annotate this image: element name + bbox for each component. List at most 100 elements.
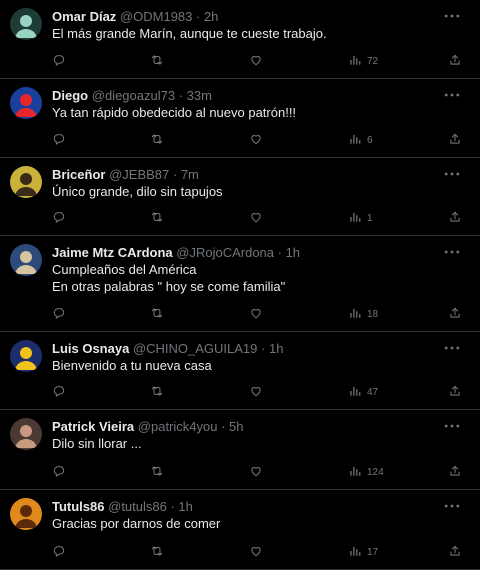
bar-chart-icon [348,53,362,70]
tweet-text-line: Gracias por darnos de comer [52,516,221,531]
retweet-button[interactable] [150,130,164,150]
heart-icon [249,384,263,401]
retweet-button[interactable] [150,304,164,324]
tweet-actions: 1 [52,208,470,228]
reply-icon [52,306,66,323]
views-button[interactable]: 6 [348,130,373,150]
like-button[interactable] [249,462,263,482]
share-button[interactable] [448,382,462,402]
reply-icon [52,132,66,149]
tweet-actions: 72 [52,51,470,71]
avatar[interactable] [10,244,42,276]
timestamp[interactable]: 5h [229,419,243,434]
more-options-icon[interactable] [442,416,462,436]
reply-button[interactable] [52,208,66,228]
separator-dot: · [217,419,230,434]
retweet-icon [150,132,164,149]
reply-tweet[interactable]: Tutuls86 @tutuls86 · 1h Gracias por darno… [0,490,480,570]
heart-icon [249,210,263,227]
like-button[interactable] [249,542,263,562]
retweet-button[interactable] [150,462,164,482]
share-button[interactable] [448,542,462,562]
display-name[interactable]: Diego [52,88,88,103]
more-options-icon[interactable] [442,496,462,516]
share-button[interactable] [448,51,462,71]
like-button[interactable] [249,51,263,71]
tweet-header: Tutuls86 @tutuls86 · 1h [52,498,440,516]
share-button[interactable] [448,304,462,324]
avatar[interactable] [10,166,42,198]
more-options-icon[interactable] [442,338,462,358]
handle[interactable]: @diegoazul73 [92,88,175,103]
handle[interactable]: @ODM1983 [120,9,192,24]
display-name[interactable]: Jaime Mtz CArdona [52,245,173,260]
reply-tweet[interactable]: Omar Díaz @ODM1983 · 2h El más grande Mar… [0,0,480,79]
avatar[interactable] [10,418,42,450]
reply-tweet[interactable]: Briceñor @JEBB87 · 7m Único grande, dilo … [0,158,480,236]
reply-tweet[interactable]: Diego @diegoazul73 · 33m Ya tan rápido ob… [0,79,480,158]
heart-icon [249,306,263,323]
heart-icon [249,53,263,70]
display-name[interactable]: Briceñor [52,167,105,182]
timestamp[interactable]: 33m [187,88,212,103]
more-options-icon[interactable] [442,6,462,26]
retweet-button[interactable] [150,542,164,562]
reply-tweet[interactable]: Luis Osnaya @CHINO_AGUILA19 · 1h Bienveni… [0,332,480,410]
tweet-text: Dilo sin llorar ... [52,435,450,452]
retweet-button[interactable] [150,208,164,228]
timestamp[interactable]: 1h [269,341,283,356]
tweet-text-line: Cumpleaños del América [52,262,197,277]
views-button[interactable]: 124 [348,462,384,482]
share-button[interactable] [448,462,462,482]
display-name[interactable]: Patrick Vieira [52,419,134,434]
share-button[interactable] [448,208,462,228]
timestamp[interactable]: 1h [286,245,300,260]
views-button[interactable]: 72 [348,51,378,71]
tweet-actions: 6 [52,130,470,150]
avatar[interactable] [10,498,42,530]
tweet-header: Patrick Vieira @patrick4you · 5h [52,418,440,436]
reply-button[interactable] [52,130,66,150]
tweet-actions: 124 [52,462,470,482]
reply-button[interactable] [52,542,66,562]
retweet-button[interactable] [150,51,164,71]
reply-button[interactable] [52,304,66,324]
view-count: 6 [367,134,373,146]
timestamp[interactable]: 7m [181,167,199,182]
reply-button[interactable] [52,382,66,402]
tweet-header: Jaime Mtz CArdona @JRojoCArdona · 1h [52,244,440,262]
avatar[interactable] [10,87,42,119]
display-name[interactable]: Omar Díaz [52,9,116,24]
timestamp[interactable]: 2h [204,9,218,24]
timestamp[interactable]: 1h [178,499,192,514]
display-name[interactable]: Luis Osnaya [52,341,129,356]
display-name[interactable]: Tutuls86 [52,499,105,514]
views-button[interactable]: 17 [348,542,378,562]
like-button[interactable] [249,130,263,150]
handle[interactable]: @tutuls86 [108,499,167,514]
reply-tweet[interactable]: Patrick Vieira @patrick4you · 5h Dilo sin… [0,410,480,490]
more-options-icon[interactable] [442,164,462,184]
more-options-icon[interactable] [442,242,462,262]
share-button[interactable] [448,130,462,150]
handle[interactable]: @JRojoCArdona [176,245,274,260]
view-count: 17 [367,546,379,558]
views-button[interactable]: 1 [348,208,373,228]
retweet-button[interactable] [150,382,164,402]
more-options-icon[interactable] [442,85,462,105]
like-button[interactable] [249,304,263,324]
like-button[interactable] [249,208,263,228]
views-button[interactable]: 47 [348,382,378,402]
reply-button[interactable] [52,51,66,71]
handle[interactable]: @patrick4you [138,419,218,434]
reply-button[interactable] [52,462,66,482]
like-button[interactable] [249,382,263,402]
avatar[interactable] [10,8,42,40]
tweet-text: El más grande Marín, aunque te cueste tr… [52,25,450,42]
handle[interactable]: @JEBB87 [109,167,169,182]
heart-icon [249,544,263,561]
handle[interactable]: @CHINO_AGUILA19 [133,341,257,356]
avatar[interactable] [10,340,42,372]
reply-tweet[interactable]: Jaime Mtz CArdona @JRojoCArdona · 1h Cump… [0,236,480,332]
views-button[interactable]: 18 [348,304,378,324]
